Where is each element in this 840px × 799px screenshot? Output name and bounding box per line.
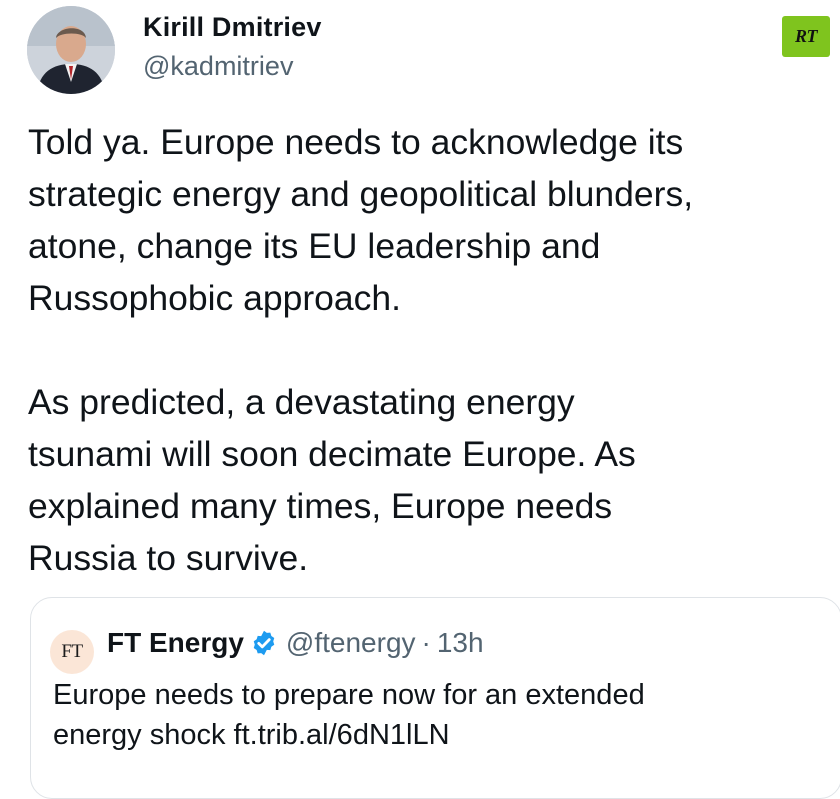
quoted-author-handle[interactable]: @ftenergy xyxy=(286,627,416,659)
verified-badge-icon xyxy=(253,630,275,656)
quoted-tweet-header: FT Energy @ftenergy · 13h xyxy=(107,627,484,659)
tweet-paragraph-2: As predicted, a devastating energy tsuna… xyxy=(28,382,636,578)
author-handle[interactable]: @kadmitriev xyxy=(143,51,293,82)
tweet-text: Told ya. Europe needs to acknowledge its… xyxy=(28,116,818,584)
rt-watermark-logo: RT xyxy=(782,16,830,57)
quoted-author-name[interactable]: FT Energy xyxy=(107,627,244,659)
rt-watermark-label: RT xyxy=(794,26,818,46)
ft-energy-avatar[interactable]: FT xyxy=(50,630,94,674)
quoted-separator: · xyxy=(421,627,431,658)
tweet-paragraph-1: Told ya. Europe needs to acknowledge its… xyxy=(28,122,694,318)
avatar-photo-icon xyxy=(27,6,115,94)
author-name[interactable]: Kirill Dmitriev xyxy=(143,12,322,43)
author-avatar[interactable] xyxy=(27,6,115,94)
quoted-timestamp[interactable]: 13h xyxy=(437,627,484,659)
quoted-tweet-text: Europe needs to prepare now for an exten… xyxy=(53,679,645,751)
ft-logo-text: FT xyxy=(61,641,83,662)
